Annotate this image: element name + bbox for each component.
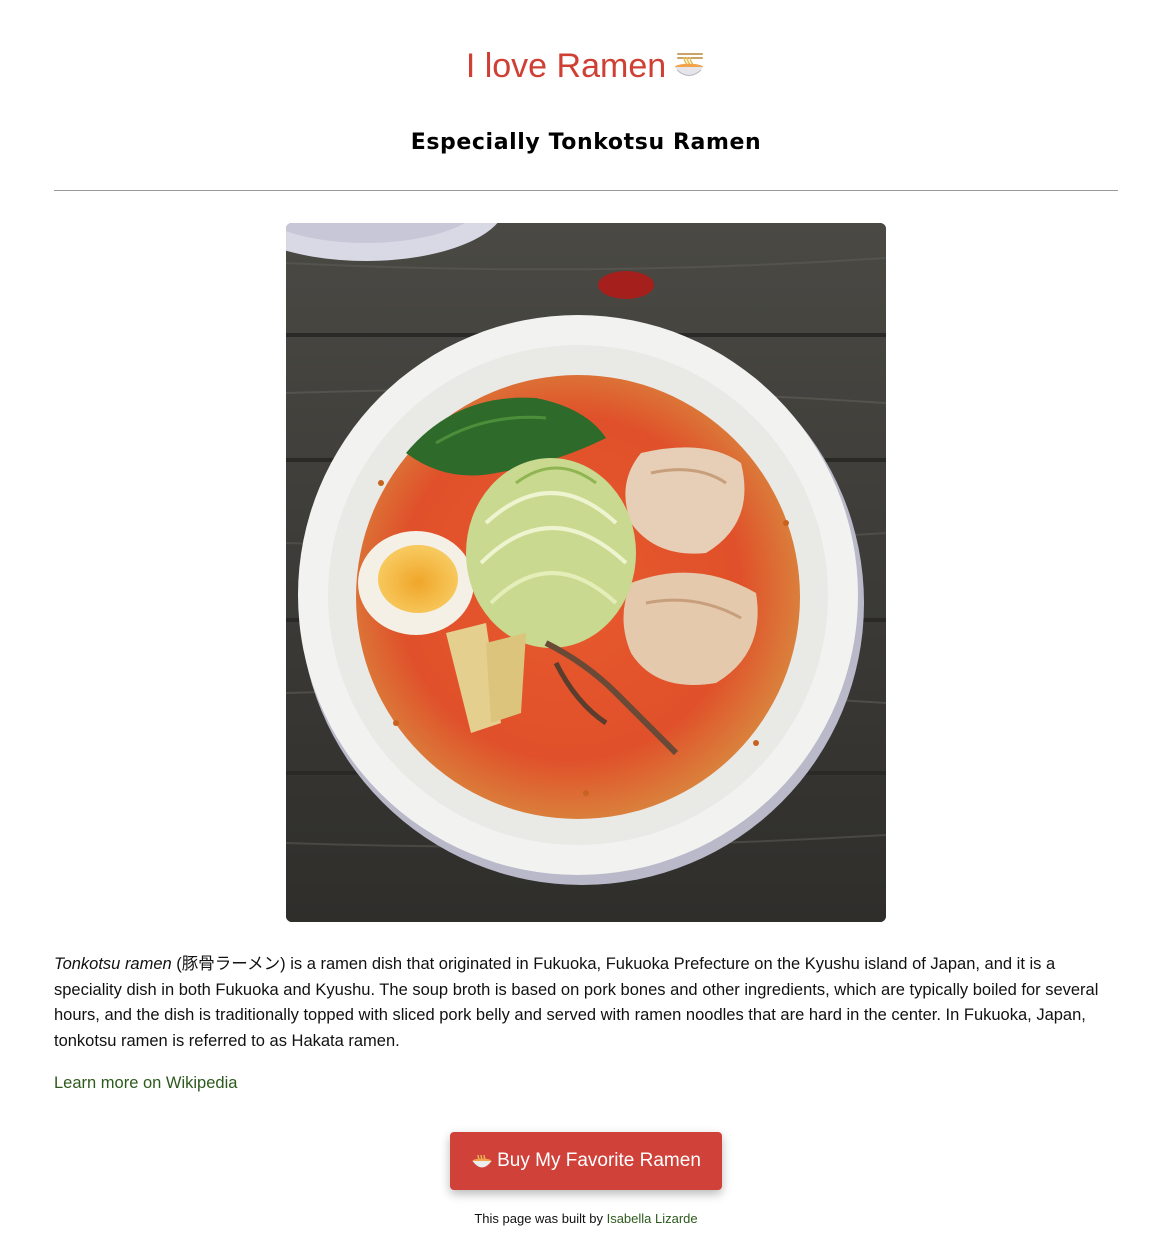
buy-ramen-button[interactable]: Buy My Favorite Ramen xyxy=(450,1132,722,1190)
ramen-bowl-icon xyxy=(471,1151,493,1171)
site-title-text: I love Ramen xyxy=(465,47,667,85)
description-term: Tonkotsu ramen xyxy=(54,955,172,973)
author-link[interactable]: Isabella Lizarde xyxy=(607,1211,698,1226)
page-container: I love Ramen Especially Tonkotsu Ramen T… xyxy=(54,0,1118,1248)
ramen-photo xyxy=(286,223,886,922)
page-footer: This page was built by Isabella Lizarde xyxy=(54,1209,1118,1229)
buy-button-label: Buy My Favorite Ramen xyxy=(497,1150,701,1171)
ramen-bowl-icon xyxy=(672,48,706,92)
wikipedia-link[interactable]: Learn more on Wikipedia xyxy=(54,1071,237,1095)
site-title: I love Ramen xyxy=(54,44,1118,92)
ramen-description: Tonkotsu ramen (豚骨ラーメン) is a ramen dish … xyxy=(54,952,1118,1054)
description-text: (豚骨ラーメン) is a ramen dish that originated… xyxy=(54,955,1099,1050)
page-subtitle: Especially Tonkotsu Ramen xyxy=(410,130,762,155)
footer-prefix: This page was built by xyxy=(474,1211,607,1226)
header-divider xyxy=(54,190,1118,191)
